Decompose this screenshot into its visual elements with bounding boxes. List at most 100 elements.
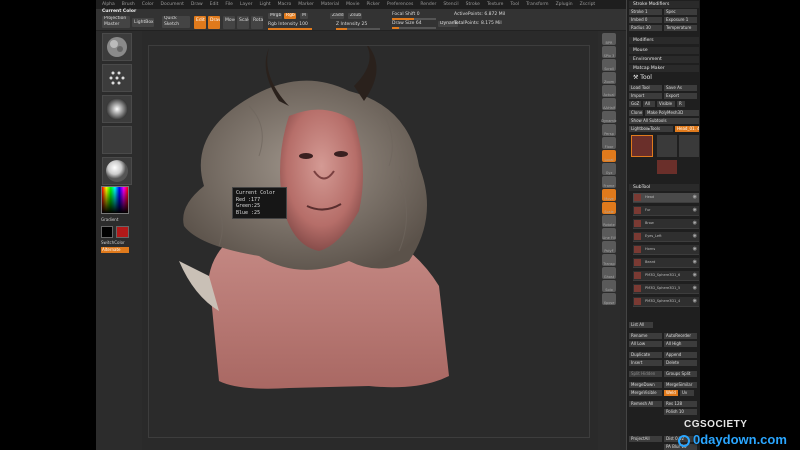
subtool-row[interactable]: PM3D_Sphere3D1_4 ◉: [633, 297, 699, 307]
menu-material[interactable]: Material: [321, 0, 339, 9]
menu-transform[interactable]: Transform: [526, 0, 548, 9]
subtool-row[interactable]: Brow ◉: [633, 219, 699, 229]
visibility-eye-icon[interactable]: ◉: [693, 246, 697, 252]
stroke-selector[interactable]: [102, 64, 132, 92]
spec-slider[interactable]: Spec: [664, 9, 697, 15]
brush-selector[interactable]: [102, 33, 132, 61]
make-polymesh-button[interactable]: Make PolyMesh3D: [645, 110, 699, 116]
mouse-section[interactable]: Mouse: [629, 47, 699, 54]
autoreorder-button[interactable]: AutoReorder: [664, 333, 697, 339]
primary-color-swatch[interactable]: [116, 226, 129, 238]
menu-document[interactable]: Document: [161, 0, 184, 9]
list-all-button[interactable]: List All: [629, 322, 653, 328]
visible-button[interactable]: Visible: [657, 101, 675, 107]
tool-thumb-head[interactable]: [631, 135, 653, 157]
menu-brush[interactable]: Brush: [122, 0, 135, 9]
rgb-button[interactable]: Rgb: [284, 13, 296, 19]
menu-file[interactable]: File: [225, 0, 233, 9]
menu-stencil[interactable]: Stencil: [443, 0, 458, 9]
document-canvas[interactable]: [148, 41, 590, 438]
visibility-eye-icon[interactable]: ◉: [693, 194, 697, 200]
uv-button[interactable]: Uv: [680, 390, 694, 396]
mergesimilar-button[interactable]: MergeSimilar: [664, 382, 697, 388]
menu-alpha[interactable]: Alpha: [102, 0, 115, 9]
subtool-row[interactable]: Eyes_Left ◉: [633, 232, 699, 242]
project-all-button[interactable]: ProjectAll: [629, 436, 662, 442]
insert-button[interactable]: Insert: [629, 360, 662, 366]
menu-light[interactable]: Light: [259, 0, 270, 9]
color-picker[interactable]: [101, 186, 129, 214]
save-as-button[interactable]: Save As: [664, 85, 697, 91]
rotate-button[interactable]: Rotate: [251, 16, 263, 29]
subtool-row[interactable]: PM3D_Sphere3D1_6 ◉: [633, 271, 699, 281]
draw-button[interactable]: Draw: [208, 16, 220, 29]
subtool-row[interactable]: Horns ◉: [633, 245, 699, 255]
secondary-color-swatch[interactable]: [101, 226, 113, 238]
mergedown-button[interactable]: MergeDown: [629, 382, 662, 388]
modifiers-section[interactable]: Modifiers: [629, 37, 699, 44]
groups-split-button[interactable]: Groups Split: [664, 371, 697, 377]
mergevisible-button[interactable]: MergeVisible: [629, 390, 662, 396]
edit-button[interactable]: Edit: [194, 16, 206, 29]
visibility-eye-icon[interactable]: ◉: [693, 220, 697, 226]
m-button[interactable]: M: [300, 13, 308, 19]
duplicate-button[interactable]: Duplicate: [629, 352, 662, 358]
gradient-label[interactable]: Gradient: [101, 217, 118, 222]
focal-shift-track[interactable]: [392, 18, 436, 20]
menu-zplugin[interactable]: Zplugin: [556, 0, 573, 9]
menu-zscript[interactable]: Zscript: [580, 0, 596, 9]
res-slider[interactable]: Res 128: [664, 401, 697, 407]
quick-sketch-button[interactable]: Quick Sketch: [162, 16, 190, 28]
clone-button[interactable]: Clone: [629, 110, 643, 116]
visibility-eye-icon[interactable]: ◉: [693, 233, 697, 239]
lightbox-button[interactable]: LightBox: [132, 18, 154, 27]
zadd-button[interactable]: Zadd: [330, 13, 344, 19]
visibility-eye-icon[interactable]: ◉: [693, 298, 697, 304]
remesh-all-button[interactable]: Remesh All: [629, 401, 662, 407]
menu-render[interactable]: Render: [420, 0, 436, 9]
weld-button[interactable]: Weld: [664, 390, 678, 396]
alpha-selector[interactable]: [102, 95, 132, 123]
menu-edit[interactable]: Edit: [210, 0, 219, 9]
menu-draw[interactable]: Draw: [191, 0, 203, 9]
mrgb-button[interactable]: Mrgb: [268, 13, 282, 19]
menu-picker[interactable]: Picker: [366, 0, 379, 9]
append-button[interactable]: Append: [664, 352, 697, 358]
tool-thumb-cylinder[interactable]: [657, 135, 677, 157]
head-tool-slider[interactable]: Head_01. 48: [675, 126, 699, 132]
imbed-slider[interactable]: Imbed 0: [629, 17, 662, 23]
subtool-row[interactable]: Fur ◉: [633, 206, 699, 216]
import-button[interactable]: Import: [629, 93, 662, 99]
visibility-eye-icon[interactable]: ◉: [693, 272, 697, 278]
menu-preferences[interactable]: Preferences: [387, 0, 413, 9]
all-high-button[interactable]: All High: [664, 341, 697, 347]
switch-color-button[interactable]: SwitchColor: [101, 240, 125, 245]
visibility-eye-icon[interactable]: ◉: [693, 207, 697, 213]
lightbox-tools-button[interactable]: Lightbox▸Tools: [629, 126, 673, 132]
z-intensity-track[interactable]: [336, 28, 380, 30]
subtool-row[interactable]: Head ◉: [633, 193, 699, 203]
radius-slider[interactable]: Radius 30: [629, 25, 662, 31]
subtool-section-title[interactable]: SubTool: [629, 184, 699, 191]
tool-thumb-head-2[interactable]: [657, 160, 677, 174]
delete-button[interactable]: Delete: [664, 360, 697, 366]
menu-layer[interactable]: Layer: [240, 0, 253, 9]
temperature-slider[interactable]: Temperature: [664, 25, 697, 31]
menu-stroke[interactable]: Stroke: [466, 0, 480, 9]
menu-macro[interactable]: Macro: [278, 0, 292, 9]
polish-slider[interactable]: Polish 10: [664, 409, 697, 415]
split-hidden-button[interactable]: Split Hidden: [629, 371, 662, 377]
move-button[interactable]: Move: [223, 16, 235, 29]
exposure-slider[interactable]: Exposure 1: [664, 17, 697, 23]
projection-master-button[interactable]: Projection Master: [102, 16, 130, 28]
menu-movie[interactable]: Movie: [346, 0, 359, 9]
r-button[interactable]: R: [677, 101, 685, 107]
all-button[interactable]: All: [643, 101, 655, 107]
show-all-subtools-button[interactable]: Show All Subtools: [629, 118, 699, 124]
menu-color[interactable]: Color: [142, 0, 154, 9]
visibility-eye-icon[interactable]: ◉: [693, 285, 697, 291]
load-tool-button[interactable]: Load Tool: [629, 85, 662, 91]
rename-button[interactable]: Rename: [629, 333, 662, 339]
draw-size-track[interactable]: [392, 27, 436, 29]
export-button[interactable]: Export: [664, 93, 697, 99]
